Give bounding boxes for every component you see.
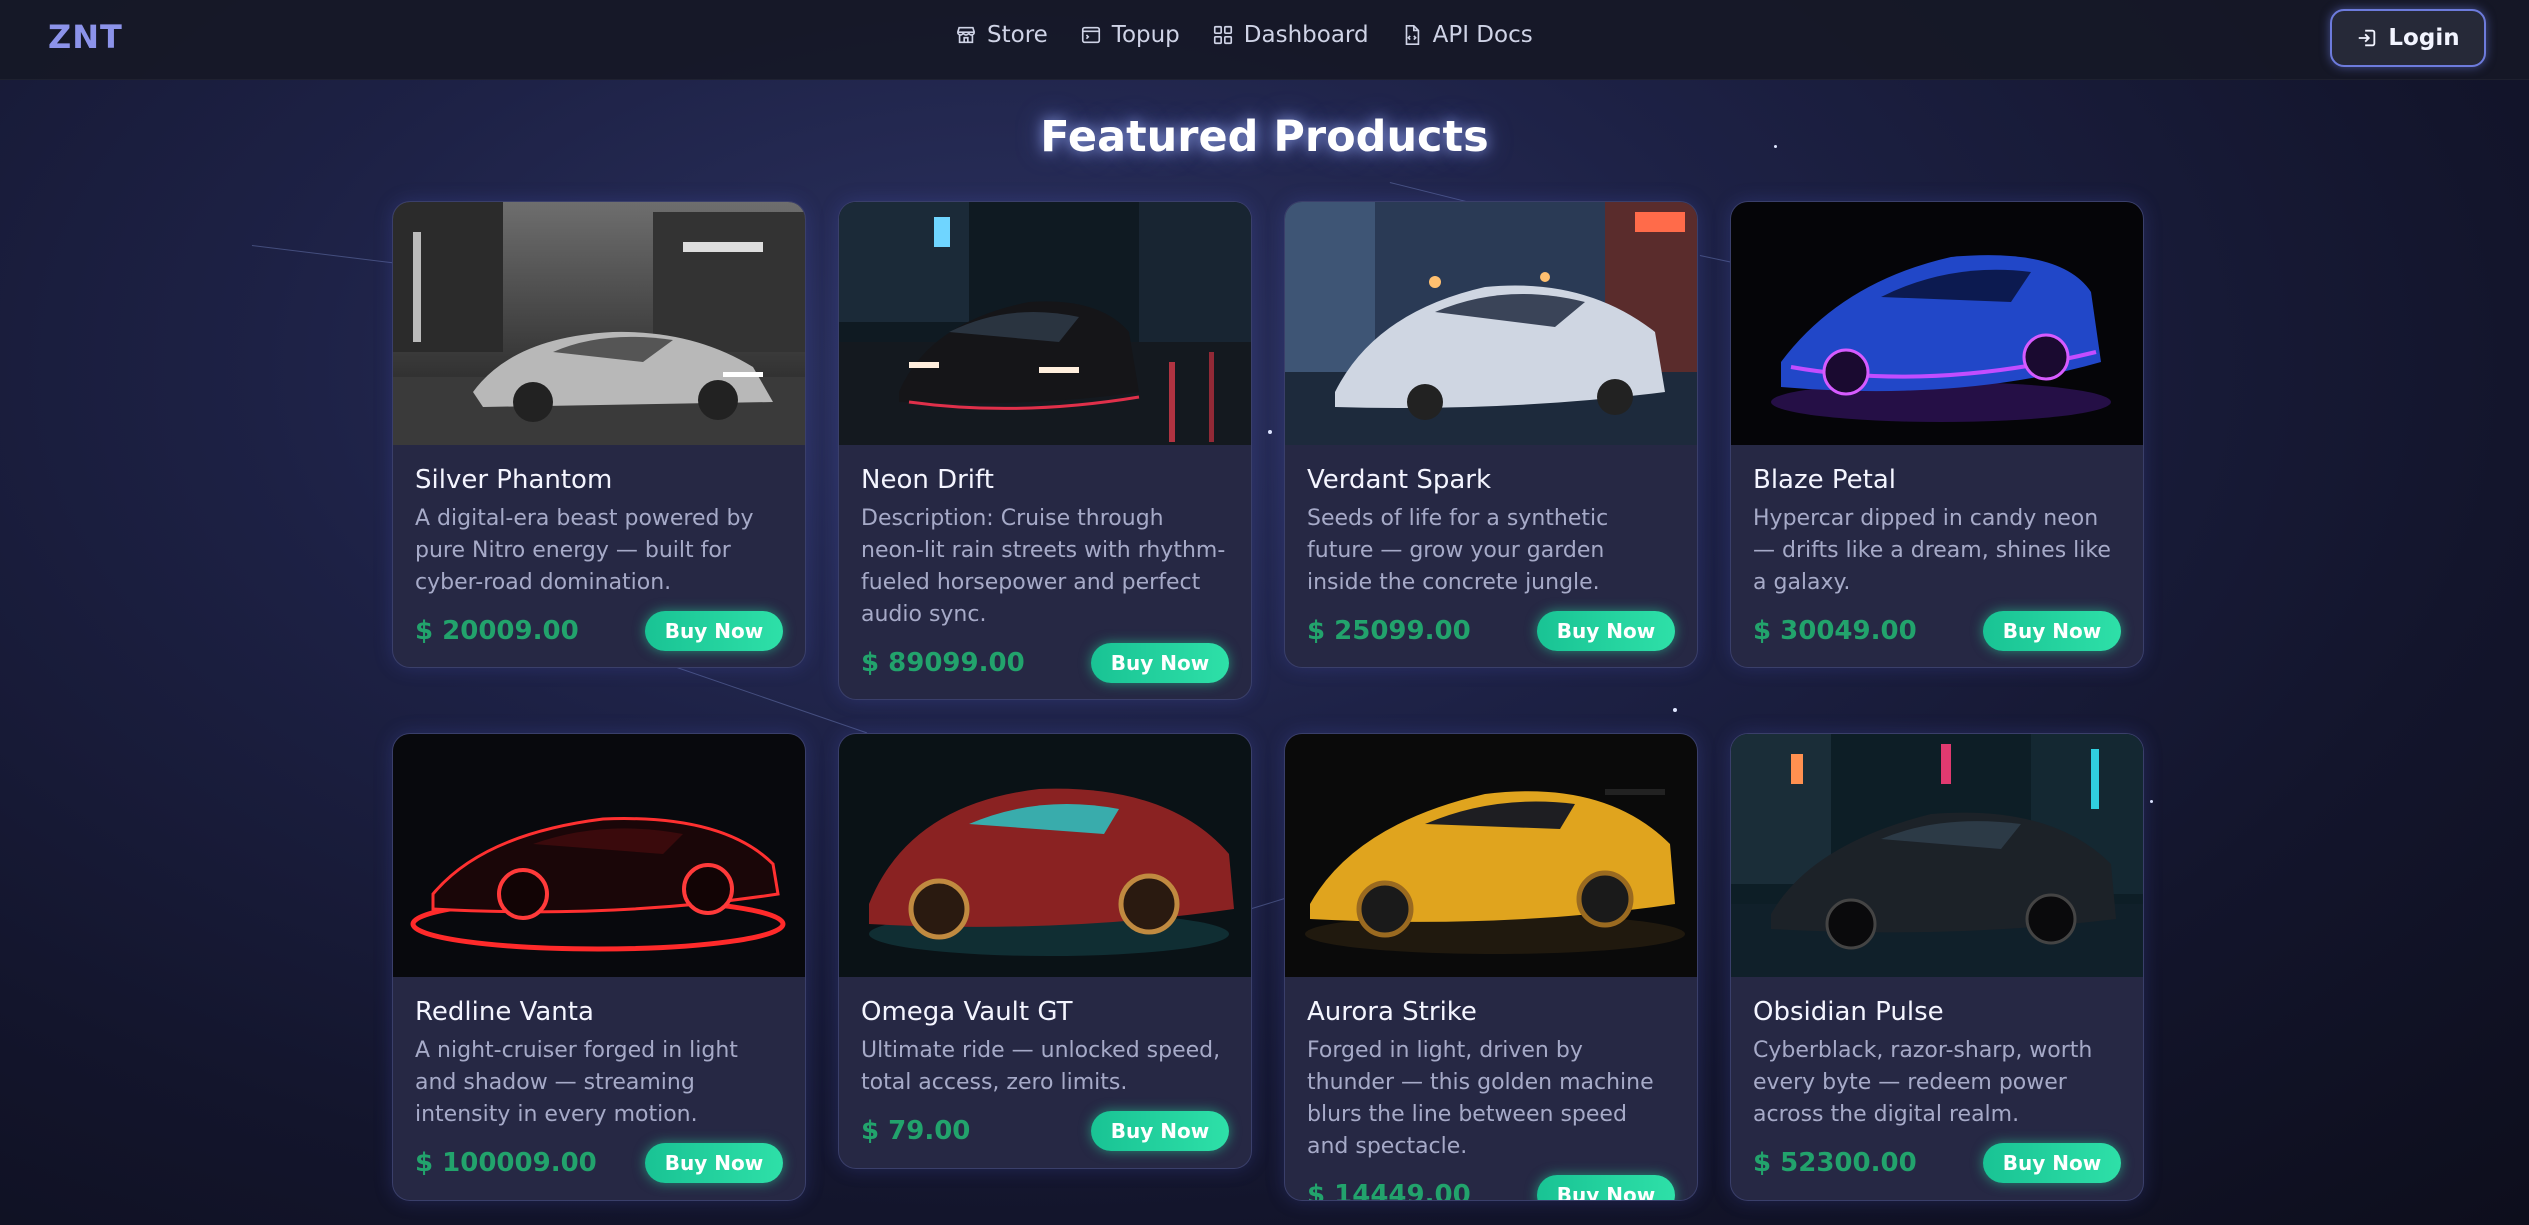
product-price: $ 30049.00 [1753, 616, 1917, 646]
product-name: Blaze Petal [1753, 465, 1896, 495]
product-image[interactable] [1731, 202, 2143, 445]
product-price: $ 100009.00 [415, 1148, 597, 1178]
buy-now-button[interactable]: Buy Now [1537, 1175, 1675, 1200]
product-price: $ 89099.00 [861, 648, 1025, 678]
decorative-dot [2150, 800, 2153, 803]
product-name: Neon Drift [861, 465, 994, 495]
product-description: A digital-era beast powered by pure Nitr… [415, 506, 754, 595]
terminal-icon [1080, 24, 1102, 46]
product-name: Silver Phantom [415, 465, 613, 495]
product-description: Forged in light, driven by thunder — thi… [1307, 1038, 1654, 1159]
product-price: $ 52300.00 [1753, 1148, 1917, 1178]
product-price: $ 25099.00 [1307, 616, 1471, 646]
product-card: Verdant Spark Seeds of life for a synthe… [1284, 201, 1698, 668]
nav-item-topup[interactable]: Topup [1080, 22, 1180, 48]
product-image[interactable] [839, 734, 1251, 977]
product-name: Aurora Strike [1307, 997, 1477, 1027]
login-button[interactable]: Login [2330, 9, 2486, 67]
product-price: $ 14449.00 [1307, 1180, 1471, 1201]
product-price: $ 79.00 [861, 1116, 971, 1146]
product-description: Cyberblack, razor-sharp, worth every byt… [1753, 1038, 2093, 1127]
product-name: Redline Vanta [415, 997, 594, 1027]
buy-now-button[interactable]: Buy Now [1091, 643, 1229, 683]
doc-icon [1401, 24, 1423, 46]
nav-links: Store Topup Dashboard API Docs [955, 22, 1533, 48]
grid-icon [1212, 24, 1234, 46]
nav-label-topup: Topup [1111, 22, 1180, 48]
product-image[interactable] [1285, 734, 1697, 977]
product-description: Ultimate ride — unlocked speed, total ac… [861, 1038, 1221, 1095]
product-description: A night-cruiser forged in light and shad… [415, 1038, 738, 1127]
product-card: Omega Vault GT Ultimate ride — unlocked … [838, 733, 1252, 1169]
buy-now-button[interactable]: Buy Now [1537, 611, 1675, 651]
product-name: Verdant Spark [1307, 465, 1492, 495]
nav-item-api-docs[interactable]: API Docs [1401, 22, 1533, 48]
buy-now-button[interactable]: Buy Now [645, 611, 783, 651]
buy-now-button[interactable]: Buy Now [645, 1143, 783, 1183]
product-description: Description: Cruise through neon-lit rai… [861, 506, 1226, 627]
product-card: Silver Phantom A digital-era beast power… [392, 201, 806, 668]
product-description: Seeds of life for a synthetic future — g… [1307, 506, 1609, 595]
product-name: Omega Vault GT [861, 997, 1073, 1027]
product-card: Blaze Petal Hypercar dipped in candy neo… [1730, 201, 2144, 668]
product-description: Hypercar dipped in candy neon — drifts l… [1753, 506, 2111, 595]
login-icon [2359, 29, 2376, 47]
decorative-dot [1673, 708, 1677, 712]
product-card: Redline Vanta A night-cruiser forged in … [392, 733, 806, 1201]
product-image[interactable] [1285, 202, 1697, 445]
product-price: $ 20009.00 [415, 616, 579, 646]
nav-item-dashboard[interactable]: Dashboard [1212, 22, 1369, 48]
nav-item-store[interactable]: Store [955, 22, 1048, 48]
decorative-dot [1268, 430, 1272, 434]
product-image[interactable] [393, 202, 805, 445]
product-image[interactable] [1731, 734, 2143, 977]
store-icon [955, 24, 977, 46]
product-card: Neon Drift Description: Cruise through n… [838, 201, 1252, 700]
brand-logo[interactable]: ZNT [48, 18, 123, 56]
nav-label-dashboard: Dashboard [1243, 22, 1369, 48]
page-heading: Featured Products [1040, 112, 1489, 162]
top-navbar: ZNT Store Topup Dashboard API Docs Login [0, 0, 2529, 80]
nav-label-api-docs: API Docs [1432, 22, 1533, 48]
product-image[interactable] [393, 734, 805, 977]
product-card: Obsidian Pulse Cyberblack, razor-sharp, … [1730, 733, 2144, 1201]
product-image[interactable] [839, 202, 1251, 445]
login-label: Login [2388, 25, 2460, 51]
decorative-line [251, 245, 401, 265]
product-card: Aurora Strike Forged in light, driven by… [1284, 733, 1698, 1201]
buy-now-button[interactable]: Buy Now [1091, 1111, 1229, 1151]
buy-now-button[interactable]: Buy Now [1983, 1143, 2121, 1183]
product-name: Obsidian Pulse [1753, 997, 1944, 1027]
buy-now-button[interactable]: Buy Now [1983, 611, 2121, 651]
nav-label-store: Store [987, 22, 1048, 48]
